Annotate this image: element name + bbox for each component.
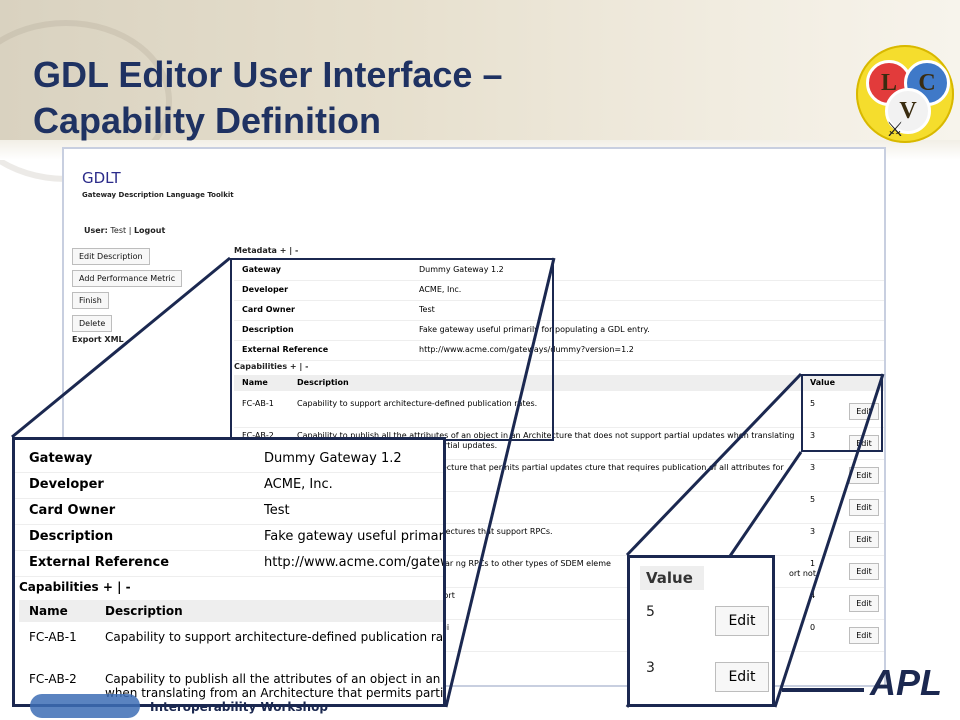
zoom-capabilities-header: Name Description [19,600,443,622]
user-separator: | [128,226,132,235]
zoom-edit-button[interactable]: Edit [715,662,769,692]
edit-button[interactable]: Edit [849,531,879,548]
user-name: Test [110,226,127,235]
slide-title: GDL Editor User Interface – Capability De… [33,52,502,144]
cap-value: 4 [810,591,816,600]
zoom-value: 3 [646,660,655,676]
app-brand: GDLT [82,169,121,187]
zoom-cap-description-line2: when translating from an Architecture th… [105,686,444,700]
apl-logo: APL [870,662,942,703]
footer-rule [782,688,864,692]
zoom-cap-description: Capability to support architecture-defin… [105,630,444,644]
zoom-metadata-row: Card Owner Test [15,498,443,525]
user-label: User: [84,226,108,235]
title-line-1: GDL Editor User Interface – [33,54,503,95]
title-line-2: Capability Definition [33,100,382,141]
zoom-value-header: Value [640,566,704,590]
user-line: User: Test | Logout [84,226,165,235]
logout-link[interactable]: Logout [134,226,165,235]
delete-button[interactable]: Delete [72,315,113,332]
zoom-metadata-key: Gateway [29,451,93,466]
edit-button[interactable]: Edit [849,499,879,516]
crossed-swords-icon: ⚔ [886,117,904,141]
cap-value: 3 [810,527,816,536]
value-zoom-callout: Value 5 Edit 3 Edit [627,555,775,707]
zoom-metadata-key: Developer [29,477,104,492]
app-subtitle: Gateway Description Language Toolkit [82,191,234,199]
zoom-metadata-value: Test [264,503,290,518]
add-performance-metric-button[interactable]: Add Performance Metric [72,270,183,287]
zoom-value: 5 [646,604,655,620]
cap-value: 0 [810,623,816,632]
zoom-cap-name: FC-AB-2 [29,672,77,686]
zoom-metadata-key: Description [29,529,114,544]
cap-value: 5 [810,495,816,504]
zoom-metadata-row: External Reference http://www.acme.com/ga… [15,550,446,577]
cap-value: 1 [810,559,816,568]
zoom-metadata-value: ACME, Inc. [264,477,333,492]
zoom-edit-button[interactable]: Edit [715,606,769,636]
edit-button[interactable]: Edit [849,595,879,612]
zoom-metadata-value: Fake gateway useful primarily [264,529,446,544]
zoom-cap-description: Capability to publish all the attributes… [105,672,441,686]
metadata-zoom-callout: Gateway Dummy Gateway 1.2 Developer ACME, … [12,437,446,707]
zoom-capabilities-title: Capabilities + | - [19,580,131,594]
zoom-col-description-header: Description [105,604,183,618]
edit-button[interactable]: Edit [849,563,879,580]
metadata-highlight-box [230,258,554,441]
value-highlight-box [801,374,883,452]
finish-button[interactable]: Finish [72,292,109,309]
edit-button[interactable]: Edit [849,467,879,484]
zoom-metadata-row: Gateway Dummy Gateway 1.2 [15,446,443,473]
metadata-title: Metadata + | - [234,246,299,255]
zoom-metadata-key: Card Owner [29,503,116,518]
zoom-col-name-header: Name [29,604,68,618]
zoom-metadata-value: Dummy Gateway 1.2 [264,451,402,466]
edit-button[interactable]: Edit [849,627,879,644]
zoom-metadata-row: Developer ACME, Inc. [15,472,443,499]
edit-description-button[interactable]: Edit Description [72,248,150,265]
export-xml-link[interactable]: Export XML [72,335,124,344]
cap-value: 3 [810,463,816,472]
zoom-metadata-value: http://www.acme.com/gatewa [264,555,446,570]
zoom-metadata-key: External Reference [29,555,170,570]
cap-description-tail: ort not [789,569,816,578]
lcv-logo: L C V ⚔ [856,45,954,143]
siso-logo [30,694,140,718]
zoom-metadata-row: Description Fake gateway useful primarily [15,524,446,551]
zoom-cap-name: FC-AB-1 [29,630,77,644]
footer-text: Interoperability Workshop [150,700,328,714]
